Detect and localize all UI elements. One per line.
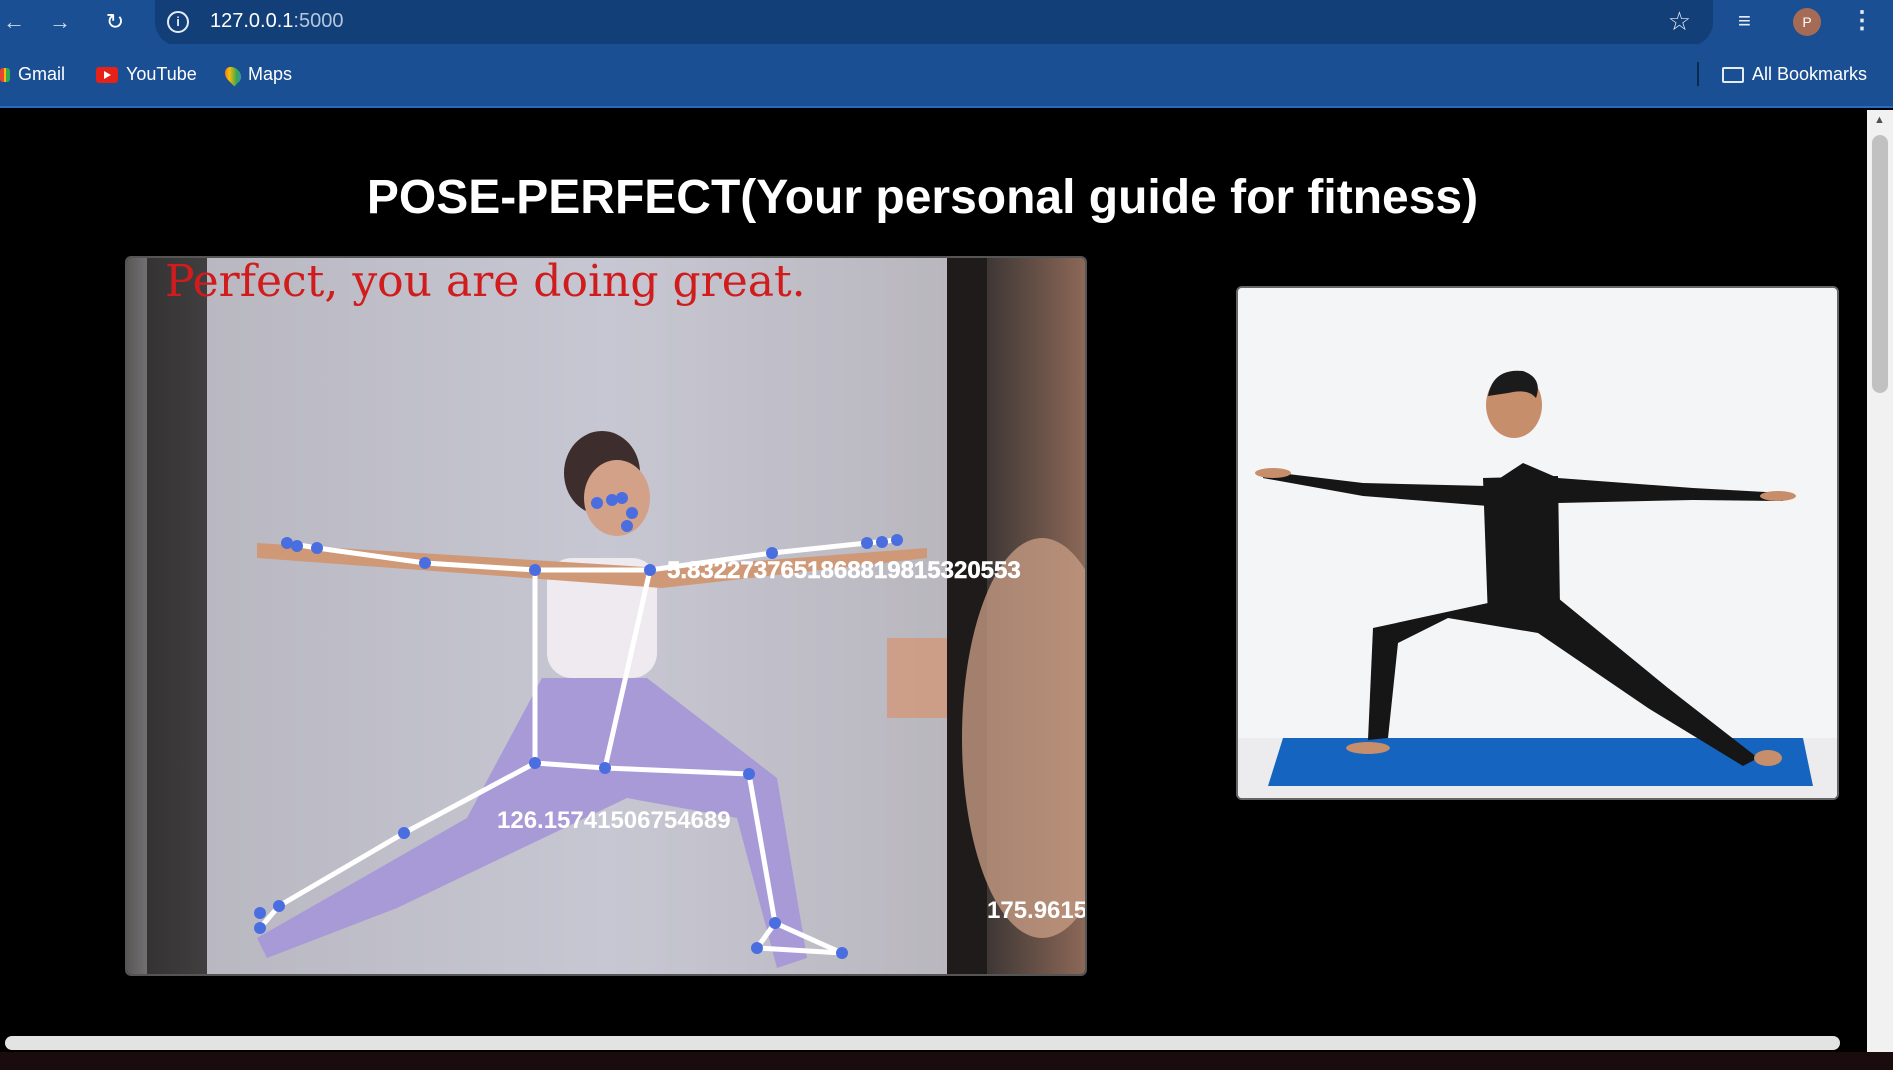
bookmark-maps[interactable]: Maps — [221, 63, 292, 86]
reference-pose-image — [1236, 286, 1839, 800]
url-text[interactable]: 127.0.0.1:5000 — [210, 10, 343, 33]
youtube-icon — [96, 66, 118, 83]
profile-avatar[interactable]: P — [1793, 8, 1821, 36]
reading-list-icon[interactable]: ≡ — [1738, 8, 1751, 34]
os-taskbar — [0, 1052, 1893, 1070]
menu-kebab-icon[interactable]: ⋮ — [1850, 6, 1874, 35]
bookmarks-bar: Gmail YouTube Maps All Bookmarks — [0, 44, 1893, 108]
horizontal-scroll-thumb[interactable] — [5, 1036, 1840, 1050]
scroll-up-icon[interactable]: ▲ — [1874, 114, 1885, 126]
gmail-icon — [0, 67, 10, 82]
maps-icon — [221, 63, 245, 86]
forward-icon[interactable]: → — [46, 8, 74, 36]
bookmark-star-icon[interactable]: ☆ — [1668, 6, 1691, 37]
page-title: POSE-PERFECT(Your personal guide for fit… — [366, 171, 1479, 224]
camera-feed: Perfect, you are doing great. 5.83227376… — [125, 256, 1087, 976]
browser-toolbar: ← → ↻ i 127.0.0.1:5000 ☆ ≡ P ⋮ — [0, 0, 1893, 46]
vertical-scrollbar[interactable]: ▲ ▼ — [1867, 110, 1893, 1070]
address-bar[interactable]: i 127.0.0.1:5000 ☆ — [155, 0, 1713, 46]
site-info-icon[interactable]: i — [167, 11, 189, 33]
bookmark-youtube[interactable]: YouTube — [96, 64, 197, 85]
angle-label-arm: 5.8322737651868819815320553 — [667, 557, 1021, 584]
back-icon[interactable]: ← — [0, 8, 28, 36]
all-bookmarks-button[interactable]: All Bookmarks — [1722, 64, 1867, 85]
vertical-scroll-thumb[interactable] — [1872, 135, 1888, 393]
bookmarks-separator — [1697, 62, 1699, 86]
bookmark-gmail[interactable]: Gmail — [0, 64, 65, 85]
reload-icon[interactable]: ↻ — [101, 8, 129, 36]
horizontal-scrollbar[interactable] — [0, 1036, 1867, 1052]
pose-feedback-text: Perfect, you are doing great. — [165, 258, 806, 307]
angle-label-knee: 126.15741506754689 — [497, 807, 731, 834]
folder-icon — [1722, 66, 1744, 83]
angle-label-leg: 175.9615 — [987, 897, 1087, 924]
page-body: POSE-PERFECT(Your personal guide for fit… — [0, 110, 1867, 1070]
